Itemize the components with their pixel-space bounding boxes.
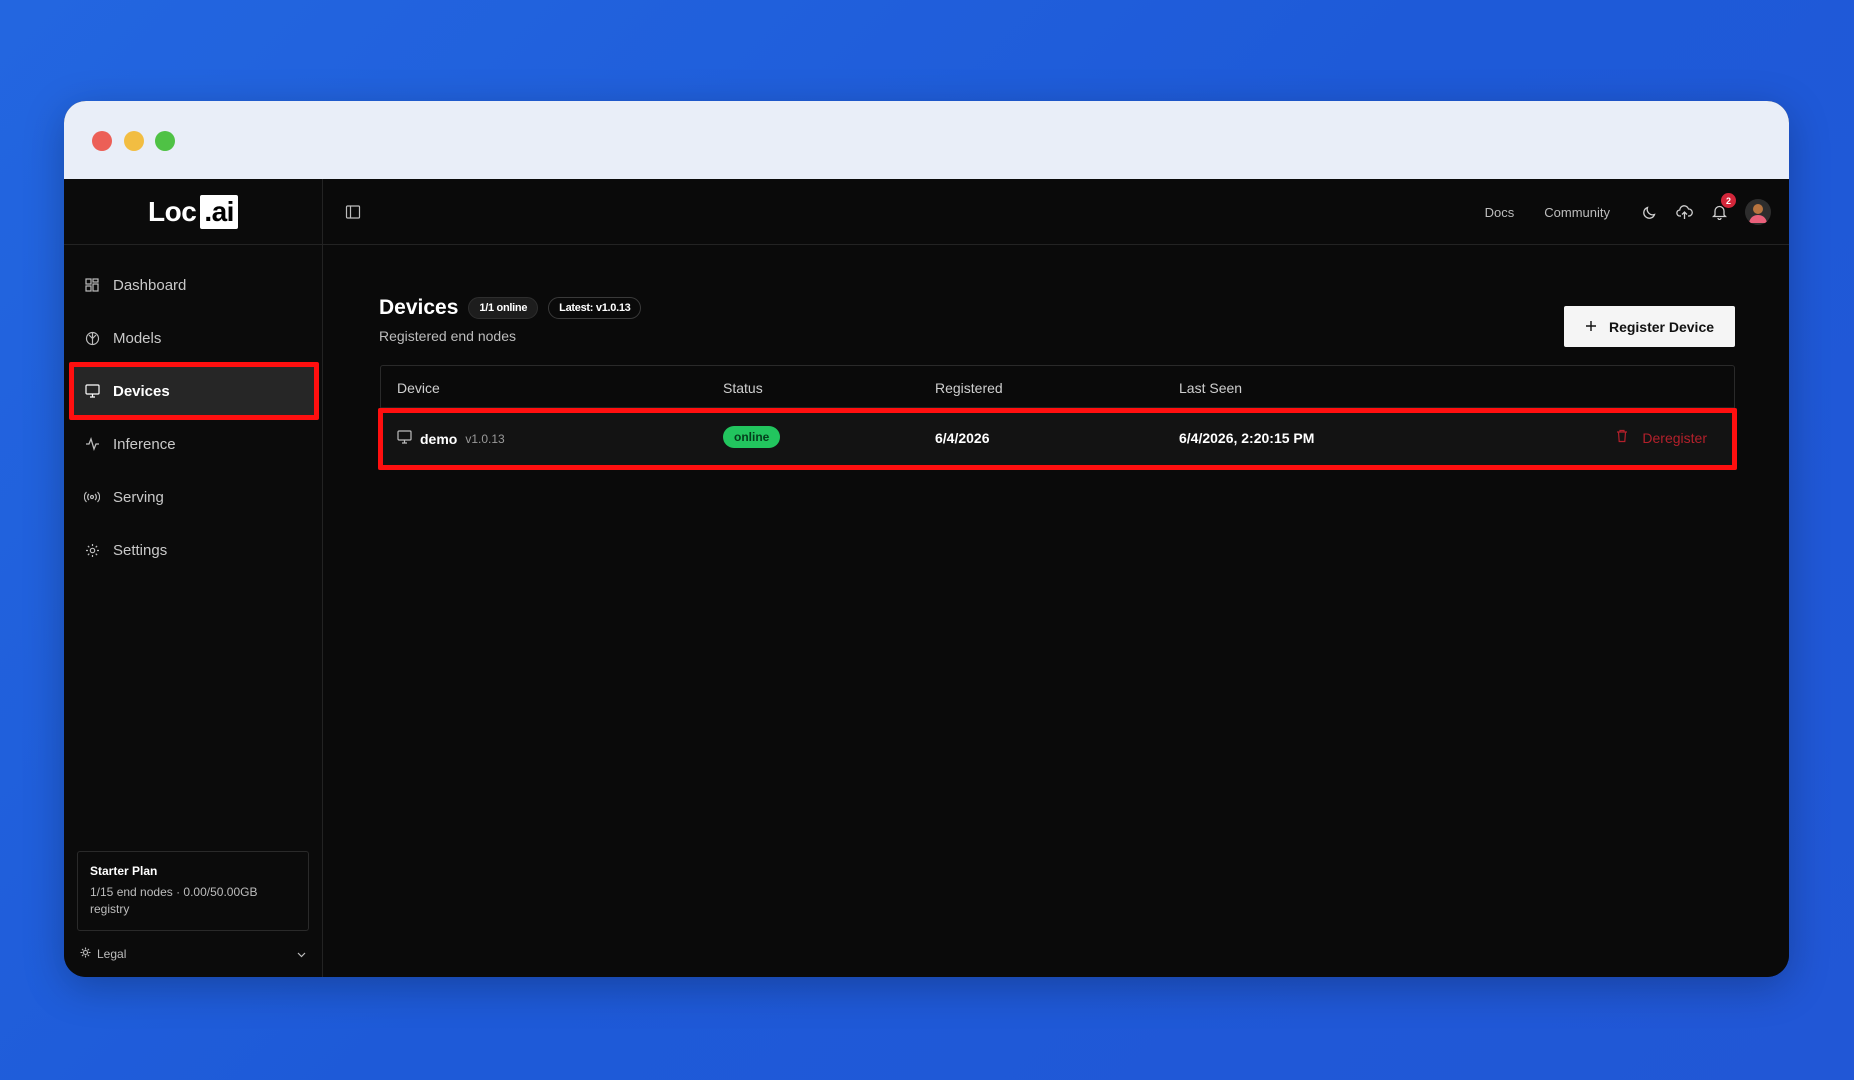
legal-menu[interactable]: Legal	[80, 945, 306, 963]
bell-icon[interactable]: 2	[1710, 193, 1736, 221]
page-title: Devices	[379, 296, 459, 319]
window-titlebar	[64, 101, 1789, 179]
avatar[interactable]	[1745, 199, 1771, 225]
register-device-label: Register Device	[1608, 318, 1715, 335]
close-window-button[interactable]	[92, 131, 112, 151]
cloud-upload-icon[interactable]	[1675, 203, 1693, 221]
online-count-badge: 1/1 online	[468, 297, 539, 319]
page-subtitle: Registered end nodes	[379, 328, 516, 344]
column-header-device: Device	[397, 380, 440, 396]
notification-badge: 2	[1721, 193, 1736, 208]
trash-icon	[1616, 429, 1628, 446]
monitor-icon	[397, 430, 412, 447]
table-row[interactable]: demo v1.0.13 online 6/4/2026 6/4/2026, 2…	[378, 408, 1737, 470]
device-version: v1.0.13	[465, 431, 505, 446]
column-header-status: Status	[723, 380, 763, 396]
latest-version-badge: Latest: v1.0.13	[548, 297, 642, 319]
plan-title: Starter Plan	[90, 864, 158, 878]
gear-icon	[84, 542, 100, 558]
logo-text: Loc	[148, 195, 197, 227]
docs-link[interactable]: Docs	[1485, 205, 1515, 220]
column-header-last-seen: Last Seen	[1179, 380, 1243, 396]
logo-suffix: .ai	[200, 194, 238, 229]
chevron-down-icon	[297, 947, 306, 961]
devices-table: Device Status Registered Last Seen demo …	[378, 365, 1737, 470]
app-shell: Loc .ai Dashboard Models Devices Inferen…	[64, 179, 1789, 977]
dashboard-icon	[84, 277, 100, 293]
sidebar-item-label: Settings	[113, 541, 168, 559]
scale-icon	[80, 947, 91, 961]
deregister-label: Deregister	[1642, 429, 1707, 446]
logo-area: Loc .ai	[64, 179, 322, 245]
deregister-button[interactable]: Deregister	[1616, 429, 1707, 446]
sidebar-item-label: Devices	[113, 382, 170, 400]
sidebar-item-inference[interactable]: Inference	[70, 418, 316, 470]
community-link[interactable]: Community	[1544, 205, 1610, 220]
sidebar-item-serving[interactable]: Serving	[70, 471, 316, 523]
plan-card[interactable]: Starter Plan 1/15 end nodes · 0.00/50.00…	[77, 851, 309, 931]
register-device-button[interactable]: Register Device	[1564, 306, 1735, 347]
plus-icon	[1585, 319, 1597, 335]
main-content: Docs Community 2 Devices 1/1 online Late…	[323, 179, 1789, 977]
moon-icon[interactable]	[1640, 203, 1658, 221]
sidebar-item-devices[interactable]: Devices	[69, 362, 319, 420]
sidebar-item-label: Dashboard	[113, 276, 187, 294]
sidebar-toggle-icon[interactable]	[345, 204, 361, 220]
sidebar: Loc .ai Dashboard Models Devices Inferen…	[64, 179, 323, 977]
sidebar-item-settings[interactable]: Settings	[70, 524, 316, 576]
registered-date: 6/4/2026	[935, 430, 990, 446]
status-badge: online	[723, 426, 781, 448]
models-icon	[84, 330, 100, 346]
last-seen-time: 6/4/2026, 2:20:15 PM	[1179, 430, 1315, 446]
maximize-window-button[interactable]	[155, 131, 175, 151]
logo[interactable]: Loc .ai	[148, 194, 238, 229]
topbar-actions: Docs Community 2	[1485, 179, 1771, 245]
broadcast-icon	[84, 489, 100, 505]
minimize-window-button[interactable]	[124, 131, 144, 151]
app-window: Loc .ai Dashboard Models Devices Inferen…	[64, 101, 1789, 977]
column-header-registered: Registered	[935, 380, 1003, 396]
table-header: Device Status Registered Last Seen	[381, 366, 1734, 408]
legal-label: Legal	[97, 947, 127, 961]
sidebar-item-label: Serving	[113, 488, 164, 506]
topbar: Docs Community 2	[323, 179, 1789, 245]
sidebar-item-label: Inference	[113, 435, 176, 453]
sidebar-item-dashboard[interactable]: Dashboard	[70, 259, 316, 311]
page-header: Devices 1/1 online Latest: v1.0.13 Regis…	[379, 296, 642, 344]
sidebar-item-models[interactable]: Models	[70, 312, 316, 364]
device-cell: demo v1.0.13	[397, 430, 505, 447]
sidebar-item-label: Models	[113, 329, 162, 347]
activity-icon	[84, 436, 100, 452]
plan-usage: 1/15 end nodes · 0.00/50.00GB registry	[90, 885, 258, 916]
monitor-icon	[84, 383, 100, 399]
device-name: demo	[420, 430, 458, 447]
sidebar-nav: Dashboard Models Devices Inference Servi…	[64, 245, 322, 576]
